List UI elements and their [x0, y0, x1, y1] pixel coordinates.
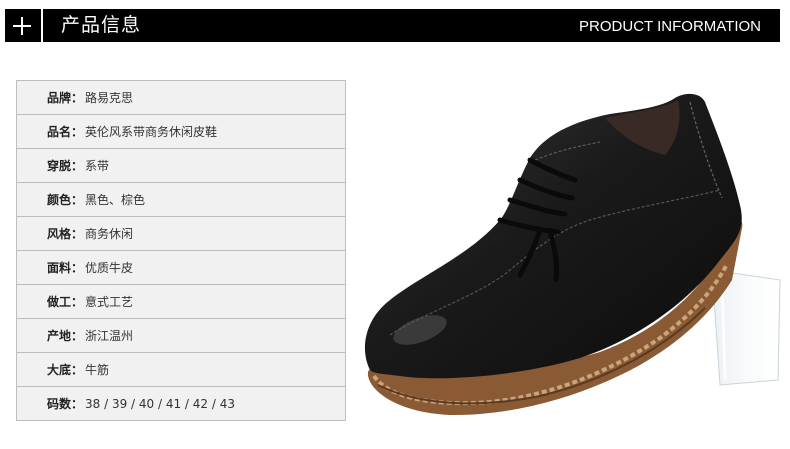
spec-row-name: 品名： 英伦风系带商务休闲皮鞋 — [16, 115, 346, 149]
shoe-illustration — [364, 93, 781, 416]
spec-value: 路易克思 — [85, 91, 134, 105]
spec-value: 优质牛皮 — [85, 261, 134, 275]
spec-value: 浙江温州 — [85, 329, 134, 343]
header-divider — [41, 9, 43, 42]
spec-label: 品名： — [47, 125, 84, 139]
spec-label: 品牌： — [47, 91, 84, 105]
spec-label: 风格： — [47, 227, 84, 241]
plus-icon — [5, 9, 38, 42]
spec-value: 意式工艺 — [85, 295, 134, 309]
spec-label: 面料： — [47, 261, 84, 275]
spec-value: 38 / 39 / 40 / 41 / 42 / 43 — [85, 396, 235, 411]
spec-row-closure: 穿脱： 系带 — [16, 149, 346, 183]
spec-value: 牛筋 — [85, 363, 110, 377]
spec-label: 大底： — [47, 363, 84, 377]
product-image — [360, 80, 790, 420]
spec-row-brand: 品牌： 路易克思 — [16, 81, 346, 115]
spec-value: 黑色、棕色 — [85, 193, 146, 207]
spec-label: 做工： — [47, 295, 84, 309]
spec-label: 码数： — [47, 397, 84, 411]
section-title-english: PRODUCT INFORMATION — [579, 18, 761, 35]
spec-value: 英伦风系带商务休闲皮鞋 — [85, 125, 218, 139]
spec-row-origin: 产地： 浙江温州 — [16, 319, 346, 353]
spec-row-style: 风格： 商务休闲 — [16, 217, 346, 251]
spec-row-sole: 大底： 牛筋 — [16, 353, 346, 387]
spec-value: 系带 — [85, 159, 110, 173]
spec-value: 商务休闲 — [85, 227, 134, 241]
spec-label: 颜色： — [47, 193, 84, 207]
spec-table: 品牌： 路易克思 品名： 英伦风系带商务休闲皮鞋 穿脱： 系带 颜色： 黑色、棕色 风格… — [16, 80, 346, 421]
spec-label: 穿脱： — [47, 159, 84, 173]
section-header: 产品信息 PRODUCT INFORMATION — [5, 9, 780, 42]
spec-row-color: 颜色： 黑色、棕色 — [16, 183, 346, 217]
spec-row-craft: 做工： 意式工艺 — [16, 285, 346, 319]
spec-label: 产地： — [47, 329, 84, 343]
spec-row-material: 面料： 优质牛皮 — [16, 251, 346, 285]
spec-row-sizes: 码数： 38 / 39 / 40 / 41 / 42 / 43 — [16, 387, 346, 421]
section-title: 产品信息 — [61, 14, 142, 36]
